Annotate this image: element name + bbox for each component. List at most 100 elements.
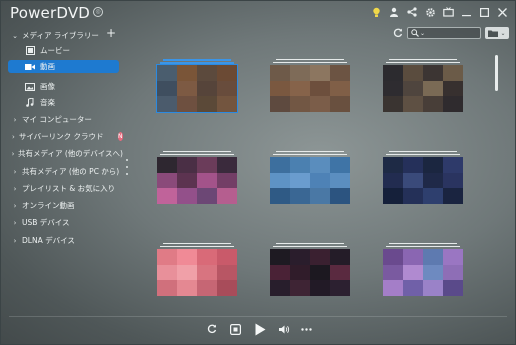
sidebar-item-image[interactable]: 画像 [1,80,123,93]
minimize-icon[interactable] [459,5,473,19]
sidebar-section-my-computer[interactable]: › マイ コンピューター [1,113,123,126]
sidebar-item-video[interactable]: 動画 [8,60,119,73]
sidebar-item-label: 画像 [40,82,55,91]
player-control-bar [1,316,515,344]
maximize-icon[interactable] [477,5,491,19]
media-grid [149,51,489,313]
stop-icon[interactable] [229,322,241,336]
sidebar-section-cyberlink-cloud[interactable]: › サイバーリンク クラウド N [1,130,123,143]
media-thumbnail-caption [274,301,346,308]
sidebar-section-usb-devices[interactable]: › USB デバイス [1,216,123,229]
chevron-down-icon: ⌄ [12,31,18,40]
music-icon [25,98,35,107]
lightbulb-icon[interactable] [369,5,383,19]
folder-stack-edge [389,151,457,152]
sidebar-section-label: サイバーリンク クラウド [18,132,104,141]
sidebar-resize-handle[interactable] [125,159,129,175]
folder-stack-edge [276,59,344,60]
media-thumbnail-tile[interactable] [149,143,245,221]
media-thumbnail-image [270,65,350,112]
add-icon[interactable]: + [106,26,116,40]
media-thumbnail-caption [387,209,459,216]
more-options-icon[interactable] [299,322,313,336]
share-icon[interactable] [405,5,419,19]
media-thumbnail-tile[interactable] [262,235,358,313]
vertical-scrollbar[interactable] [495,55,498,91]
sidebar-section-dlna-devices[interactable]: › DLNA デバイス [1,234,123,247]
refresh-icon[interactable] [393,28,405,40]
media-thumbnail-caption [161,117,233,124]
media-thumbnail-caption [274,209,346,216]
folder-stack-edge [163,243,231,244]
chevron-right-icon: › [13,184,17,193]
sidebar-section-label: 共有メディア (他の PC から) [22,167,120,176]
media-thumbnail-tile[interactable] [375,235,471,313]
chevron-right-icon: › [13,236,17,245]
media-thumbnail-image [383,249,463,296]
app-title: PowerDVD [10,4,91,22]
sidebar-section-media-library[interactable]: ⌄ メディア ライブラリー [1,29,123,42]
play-icon[interactable] [253,322,267,336]
sidebar-section-label: オンライン動画 [22,201,75,210]
sidebar-section-label: DLNA デバイス [22,236,75,245]
folder-stack-edge [273,154,347,155]
tv-mode-icon[interactable] [441,5,455,19]
media-thumbnail-tile[interactable] [262,143,358,221]
movie-icon [25,46,35,55]
account-badge-icon[interactable]: ◎ [93,7,103,17]
title-bar-icons [369,5,509,19]
folder-stack-edge [386,246,460,247]
media-thumbnail-image [270,157,350,204]
user-icon[interactable] [387,5,401,19]
image-icon [25,82,35,91]
folder-stack-edge [160,246,234,247]
media-thumbnail-tile[interactable] [149,51,245,129]
folder-stack-edge [163,151,231,152]
chevron-right-icon: › [13,167,17,176]
search-icon [411,29,419,37]
title-bar: PowerDVD ◎ [1,1,515,25]
sidebar-section-playlists[interactable]: › プレイリスト & お気に入り [1,182,123,195]
view-mode-button[interactable]: ⌄ [485,27,509,39]
media-thumbnail-caption [161,301,233,308]
folder-stack-edge [389,243,457,244]
search-box[interactable]: ⌄ [407,27,481,39]
sidebar-item-music[interactable]: 音楽 [1,96,123,109]
media-thumbnail-tile[interactable] [375,51,471,129]
media-thumbnail-tile[interactable] [375,143,471,221]
media-thumbnail-tile[interactable] [262,51,358,129]
folder-stack-edge [163,59,231,61]
media-thumbnail-caption [387,117,459,124]
sidebar-item-movie[interactable]: ムービー [1,44,123,57]
video-icon [25,62,35,71]
sidebar-item-label: ムービー [40,46,70,55]
media-thumbnail-tile[interactable] [149,235,245,313]
chevron-right-icon: › [13,218,17,227]
folder-stack-edge [276,151,344,152]
folder-stack-edge [273,246,347,247]
new-badge: N [117,132,123,141]
sidebar-section-label: メディア ライブラリー [22,31,99,40]
sidebar-section-label: マイ コンピューター [22,115,92,124]
sidebar-section-label: 共有メディア (他のデバイスへ) [18,149,123,158]
divider [9,316,507,317]
chevron-right-icon: › [13,115,17,124]
sidebar-item-label: 動画 [40,62,55,71]
volume-icon[interactable] [278,322,290,336]
sidebar-section-online-video[interactable]: › オンライン動画 [1,199,123,212]
folder-stack-edge [276,243,344,244]
sidebar-section-shared-from-pc[interactable]: › 共有メディア (他の PC から) [1,165,123,178]
close-icon[interactable] [495,5,509,19]
settings-gear-icon[interactable] [423,5,437,19]
sidebar-section-shared-to-devices[interactable]: › 共有メディア (他のデバイスへ) [1,147,123,160]
search-input[interactable] [425,29,474,37]
folder-stack-edge [160,154,234,155]
folder-stack-edge [386,62,460,63]
media-thumbnail-image [383,65,463,112]
repeat-icon[interactable] [206,322,218,336]
chevron-right-icon: › [11,149,15,158]
chevron-right-icon: › [12,132,15,141]
folder-stack-edge [160,62,234,64]
folder-stack-edge [386,154,460,155]
media-thumbnail-caption [161,209,233,216]
